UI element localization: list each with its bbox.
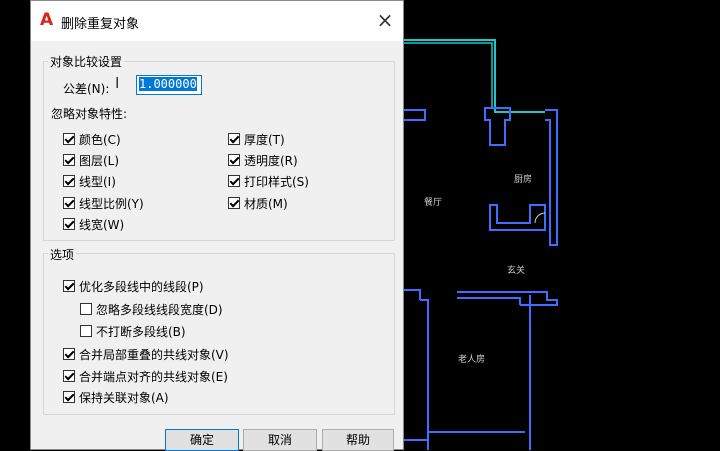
checkbox-box[interactable] xyxy=(228,175,240,187)
checkbox-label: 厚度(T) xyxy=(244,132,285,147)
checkbox-ignore-width[interactable]: 忽略多段线线段宽度(D) xyxy=(80,301,223,317)
cad-wall xyxy=(520,304,531,450)
tolerance-input[interactable]: 1.000000 xyxy=(136,75,202,95)
cad-wall xyxy=(545,109,558,246)
checkbox-optimize-polyline[interactable]: 优化多段线中的线段(P) xyxy=(63,278,204,294)
ok-button[interactable]: 确定 xyxy=(165,429,239,451)
checkbox-box[interactable] xyxy=(63,175,75,187)
checkbox-box[interactable] xyxy=(228,154,240,166)
checkbox-linetype-scale[interactable]: 线型比例(Y) xyxy=(63,195,144,211)
checkbox-layer[interactable]: 图层(L) xyxy=(63,152,119,168)
checkbox-label: 材质(M) xyxy=(244,196,288,211)
options-label: 选项 xyxy=(48,246,77,263)
checkbox-label: 图层(L) xyxy=(79,153,120,168)
checkbox-lineweight[interactable]: 线宽(W) xyxy=(63,216,124,232)
checkbox-box[interactable] xyxy=(63,133,75,145)
checkbox-thickness[interactable]: 厚度(T) xyxy=(228,131,285,147)
checkbox-box[interactable] xyxy=(228,197,240,209)
cad-wall-cyan-2 xyxy=(404,42,493,109)
cancel-button[interactable]: 取消 xyxy=(243,429,317,451)
dialog-title: 删除重复对象 xyxy=(61,17,140,32)
checkbox-label: 合并端点对齐的共线对象(E) xyxy=(79,369,228,384)
checkbox-linetype[interactable]: 线型(I) xyxy=(63,173,116,189)
cad-door-arc xyxy=(534,212,546,224)
checkbox-box[interactable] xyxy=(63,154,75,166)
checkbox-transparency[interactable]: 透明度(R) xyxy=(228,152,298,168)
cad-wall xyxy=(457,297,521,305)
checkbox-label: 线型(I) xyxy=(79,174,116,189)
checkbox-label: 不打断多段线(B) xyxy=(96,324,186,339)
checkbox-label: 优化多段线中的线段(P) xyxy=(79,279,204,294)
checkbox-label: 颜色(C) xyxy=(79,132,121,147)
cad-room-label-living: 餐厅 xyxy=(424,198,443,208)
checkbox-material[interactable]: 材质(M) xyxy=(228,195,288,211)
checkbox-keep-associative[interactable]: 保持关联对象(A) xyxy=(63,389,169,405)
checkbox-label: 线宽(W) xyxy=(79,217,125,232)
compare-settings-label: 对象比较设置 xyxy=(48,53,125,70)
checkbox-box[interactable] xyxy=(63,348,75,360)
checkbox-merge-endpoint[interactable]: 合并端点对齐的共线对象(E) xyxy=(63,368,228,384)
cad-wall xyxy=(404,289,421,300)
checkbox-label: 保持关联对象(A) xyxy=(79,390,169,405)
cad-wall-cyan xyxy=(404,39,545,113)
checkbox-no-break[interactable]: 不打断多段线(B) xyxy=(80,323,186,339)
checkbox-label: 线型比例(Y) xyxy=(79,196,144,211)
checkbox-label: 打印样式(S) xyxy=(244,174,309,189)
checkbox-box[interactable] xyxy=(63,280,75,292)
help-button[interactable]: 帮助 xyxy=(322,429,394,451)
cad-wall xyxy=(484,107,511,146)
cad-room-label-kitchen: 厨房 xyxy=(514,175,533,185)
overkill-dialog: A 删除重复对象 × 对象比较设置 公差(N): I 1.000000 忽略对象… xyxy=(30,0,404,451)
ignore-properties-label: 忽略对象特性: xyxy=(51,107,128,121)
cad-wall xyxy=(420,299,429,450)
checkbox-box[interactable] xyxy=(63,370,75,382)
checkbox-color[interactable]: 颜色(C) xyxy=(63,131,121,147)
checkbox-plotstyle[interactable]: 打印样式(S) xyxy=(228,173,309,189)
tolerance-label: 公差(N): xyxy=(63,82,110,96)
checkbox-box[interactable] xyxy=(63,391,75,403)
checkbox-box[interactable] xyxy=(80,325,92,337)
checkbox-merge-overlap[interactable]: 合并局部重叠的共线对象(V) xyxy=(63,346,229,362)
checkbox-box[interactable] xyxy=(80,303,92,315)
text-cursor-icon: I xyxy=(115,74,120,92)
autocad-logo-icon: A xyxy=(40,10,54,30)
checkbox-label: 透明度(R) xyxy=(244,153,298,168)
checkbox-label: 合并局部重叠的共线对象(V) xyxy=(79,347,229,362)
checkbox-label: 忽略多段线线段宽度(D) xyxy=(96,302,223,317)
checkbox-box[interactable] xyxy=(63,197,75,209)
cad-wall xyxy=(404,109,426,121)
cad-room-label-entry: 玄关 xyxy=(507,266,526,276)
tolerance-value: 1.000000 xyxy=(139,77,197,91)
checkbox-box[interactable] xyxy=(228,133,240,145)
cad-room-label-elder: 老人房 xyxy=(458,355,486,365)
dialog-titlebar[interactable]: A 删除重复对象 × xyxy=(31,1,403,41)
checkbox-box[interactable] xyxy=(63,218,75,230)
close-button[interactable]: × xyxy=(373,9,397,33)
